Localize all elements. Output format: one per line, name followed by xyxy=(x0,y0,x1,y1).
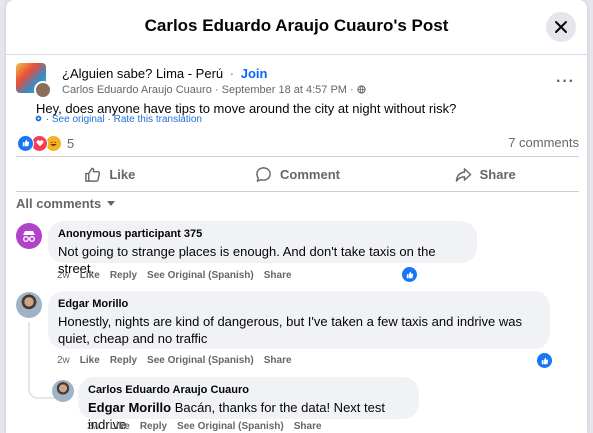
share-label: Share xyxy=(479,166,516,182)
comment-author-link[interactable]: Edgar Morillo xyxy=(58,297,540,311)
reply-reply-button[interactable]: Reply xyxy=(140,421,167,432)
reply-actions: 2w Like Reply See Original (Spanish) Sha… xyxy=(87,421,322,432)
incognito-icon xyxy=(23,231,35,242)
separator-dot: · xyxy=(214,84,222,96)
comment-reply-button[interactable]: Reply xyxy=(110,270,137,281)
post-header: ¿Alguien sabe? Lima - Perú · Join Carlos… xyxy=(16,63,577,99)
close-icon xyxy=(555,21,567,33)
comment-icon xyxy=(256,166,271,182)
comment-like-button[interactable]: Like xyxy=(80,270,100,281)
see-original-spanish-link[interactable]: See Original (Spanish) xyxy=(147,270,254,281)
close-button[interactable] xyxy=(546,12,576,42)
comment-count-link[interactable]: 7 comments xyxy=(508,135,579,150)
comment-button[interactable]: Comment xyxy=(204,157,392,191)
like-reaction-icon xyxy=(17,134,34,152)
comment-filter-dropdown[interactable]: All comments xyxy=(16,196,116,211)
separator-dot: · xyxy=(229,66,235,81)
thumbs-up-icon xyxy=(85,167,101,182)
see-original-link[interactable]: See original xyxy=(52,114,105,125)
comment-time[interactable]: 2w xyxy=(57,355,70,366)
reply-bubble: Carlos Eduardo Araujo Cuauro Edgar Moril… xyxy=(78,377,419,432)
see-original-spanish-link[interactable]: See Original (Spanish) xyxy=(177,421,284,432)
comment-time[interactable]: 2w xyxy=(57,270,70,281)
thumbs-up-icon xyxy=(406,271,413,278)
comment-like-badge[interactable] xyxy=(400,265,419,284)
gear-icon xyxy=(35,115,42,122)
translation-info: · See original · Rate this translation xyxy=(34,114,202,125)
reply-like-button[interactable]: Like xyxy=(110,421,130,432)
comment-bubble: Anonymous participant 375 Not going to s… xyxy=(48,221,477,276)
comment-reply-button[interactable]: Reply xyxy=(110,355,137,366)
see-original-spanish-link[interactable]: See Original (Spanish) xyxy=(147,355,254,366)
author-avatar[interactable] xyxy=(34,81,52,99)
reply-share-button[interactable]: Share xyxy=(294,421,322,432)
comment-like-badge[interactable] xyxy=(535,351,554,370)
more-options-button[interactable]: ··· xyxy=(556,73,575,91)
comment-bubble: Edgar Morillo Honestly, nights are kind … xyxy=(48,291,550,349)
modal-header: Carlos Eduardo Araujo Cuauro's Post xyxy=(6,0,587,55)
separator-dot: · xyxy=(350,84,357,96)
commenter-avatar[interactable] xyxy=(16,292,42,318)
group-name-link[interactable]: ¿Alguien sabe? Lima - Perú xyxy=(62,66,223,81)
comment-actions: 2w Like Reply See Original (Spanish) Sha… xyxy=(57,355,292,366)
post-author-link[interactable]: Carlos Eduardo Araujo Cuauro xyxy=(62,84,212,96)
like-button[interactable]: Like xyxy=(16,157,204,191)
caret-down-icon xyxy=(107,201,116,206)
like-label: Like xyxy=(109,166,136,182)
modal-title: Carlos Eduardo Araujo Cuauro's Post xyxy=(144,16,449,35)
anonymous-avatar[interactable] xyxy=(16,223,42,249)
mention-link[interactable]: Edgar Morillo xyxy=(88,400,171,415)
reactions-summary[interactable]: 5 xyxy=(17,134,74,152)
comment-author-link[interactable]: Anonymous participant 375 xyxy=(58,227,467,241)
comment-label: Comment xyxy=(280,166,340,182)
reply-time[interactable]: 2w xyxy=(87,421,100,432)
comment-share-button[interactable]: Share xyxy=(264,355,292,366)
comment-share-button[interactable]: Share xyxy=(264,270,292,281)
share-button[interactable]: Share xyxy=(391,157,579,191)
post-actions-bar: Like Comment Share xyxy=(16,156,579,192)
thumbs-up-icon xyxy=(541,357,548,364)
comment-like-button[interactable]: Like xyxy=(80,355,100,366)
reply-author-avatar[interactable] xyxy=(52,380,74,402)
comment-actions: 2w Like Reply See Original (Spanish) Sha… xyxy=(57,270,292,281)
reaction-count: 5 xyxy=(67,135,75,151)
post-modal: Carlos Eduardo Araujo Cuauro's Post ¿Alg… xyxy=(6,0,587,433)
share-icon xyxy=(455,167,471,182)
join-link[interactable]: Join xyxy=(241,66,268,81)
post-date-link[interactable]: September 18 at 4:57 PM xyxy=(222,84,347,96)
comment-filter-label: All comments xyxy=(16,196,102,211)
globe-icon xyxy=(357,85,366,94)
reply-author-link[interactable]: Carlos Eduardo Araujo Cuauro xyxy=(88,383,409,397)
comment-text: Honestly, nights are kind of dangerous, … xyxy=(58,314,523,346)
rate-translation-link[interactable]: Rate this translation xyxy=(114,114,202,125)
